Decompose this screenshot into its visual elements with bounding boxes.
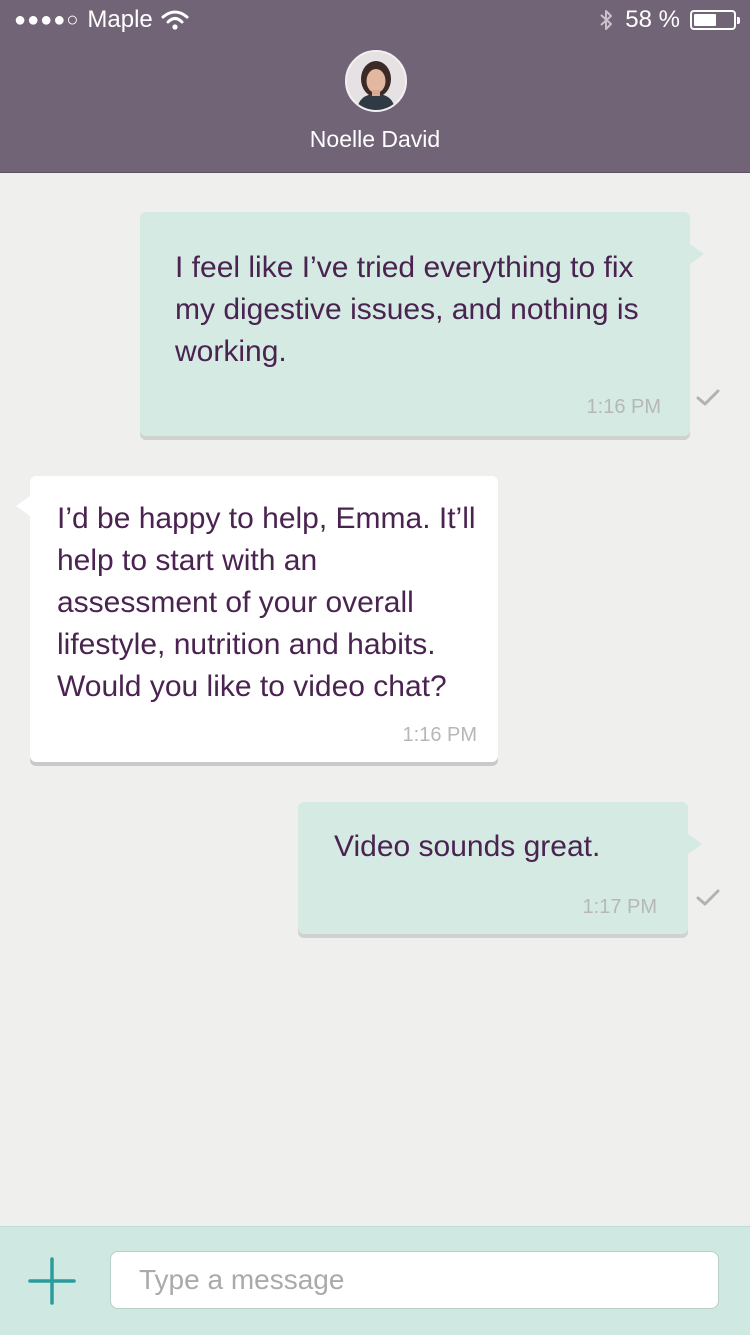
message-bubble-outgoing[interactable]: I feel like I’ve tried everything to fix… — [140, 212, 704, 436]
battery-icon — [690, 10, 740, 30]
checkmark-icon — [696, 389, 720, 406]
message-bubble-outgoing[interactable]: Video sounds great. 1:17 PM — [298, 802, 702, 934]
avatar-image — [347, 52, 405, 110]
bluetooth-icon — [600, 10, 613, 30]
plus-icon[interactable] — [28, 1257, 76, 1305]
message-bubble-incoming[interactable]: I’d be happy to help, Emma. It’ll help t… — [16, 476, 498, 762]
signal-strength: ●●●●○ — [14, 8, 80, 31]
wifi-icon — [161, 10, 189, 30]
contact-name[interactable]: Noelle David — [0, 126, 750, 153]
chat-header: ●●●●○ Maple 58 % Noelle David — [0, 0, 750, 173]
status-right: 58 % — [597, 6, 740, 34]
carrier-info: ●●●●○ Maple — [14, 6, 189, 34]
checkmark-icon — [696, 889, 720, 906]
battery-percent: 58 % — [625, 6, 680, 33]
message-text: I’d be happy to help, Emma. It’ll help t… — [57, 502, 476, 703]
message-time: 1:17 PM — [582, 896, 657, 918]
message-time: 1:16 PM — [402, 724, 477, 746]
message-text: Video sounds great. — [334, 830, 601, 863]
carrier-name: Maple — [87, 6, 153, 33]
message-composer — [0, 1226, 750, 1335]
battery-level — [694, 14, 716, 26]
status-bar: ●●●●○ Maple 58 % — [0, 0, 750, 40]
message-time: 1:16 PM — [586, 396, 661, 418]
message-input[interactable] — [110, 1251, 719, 1309]
contact-avatar[interactable] — [345, 50, 407, 112]
message-text: I feel like I’ve tried everything to fix… — [175, 251, 639, 368]
